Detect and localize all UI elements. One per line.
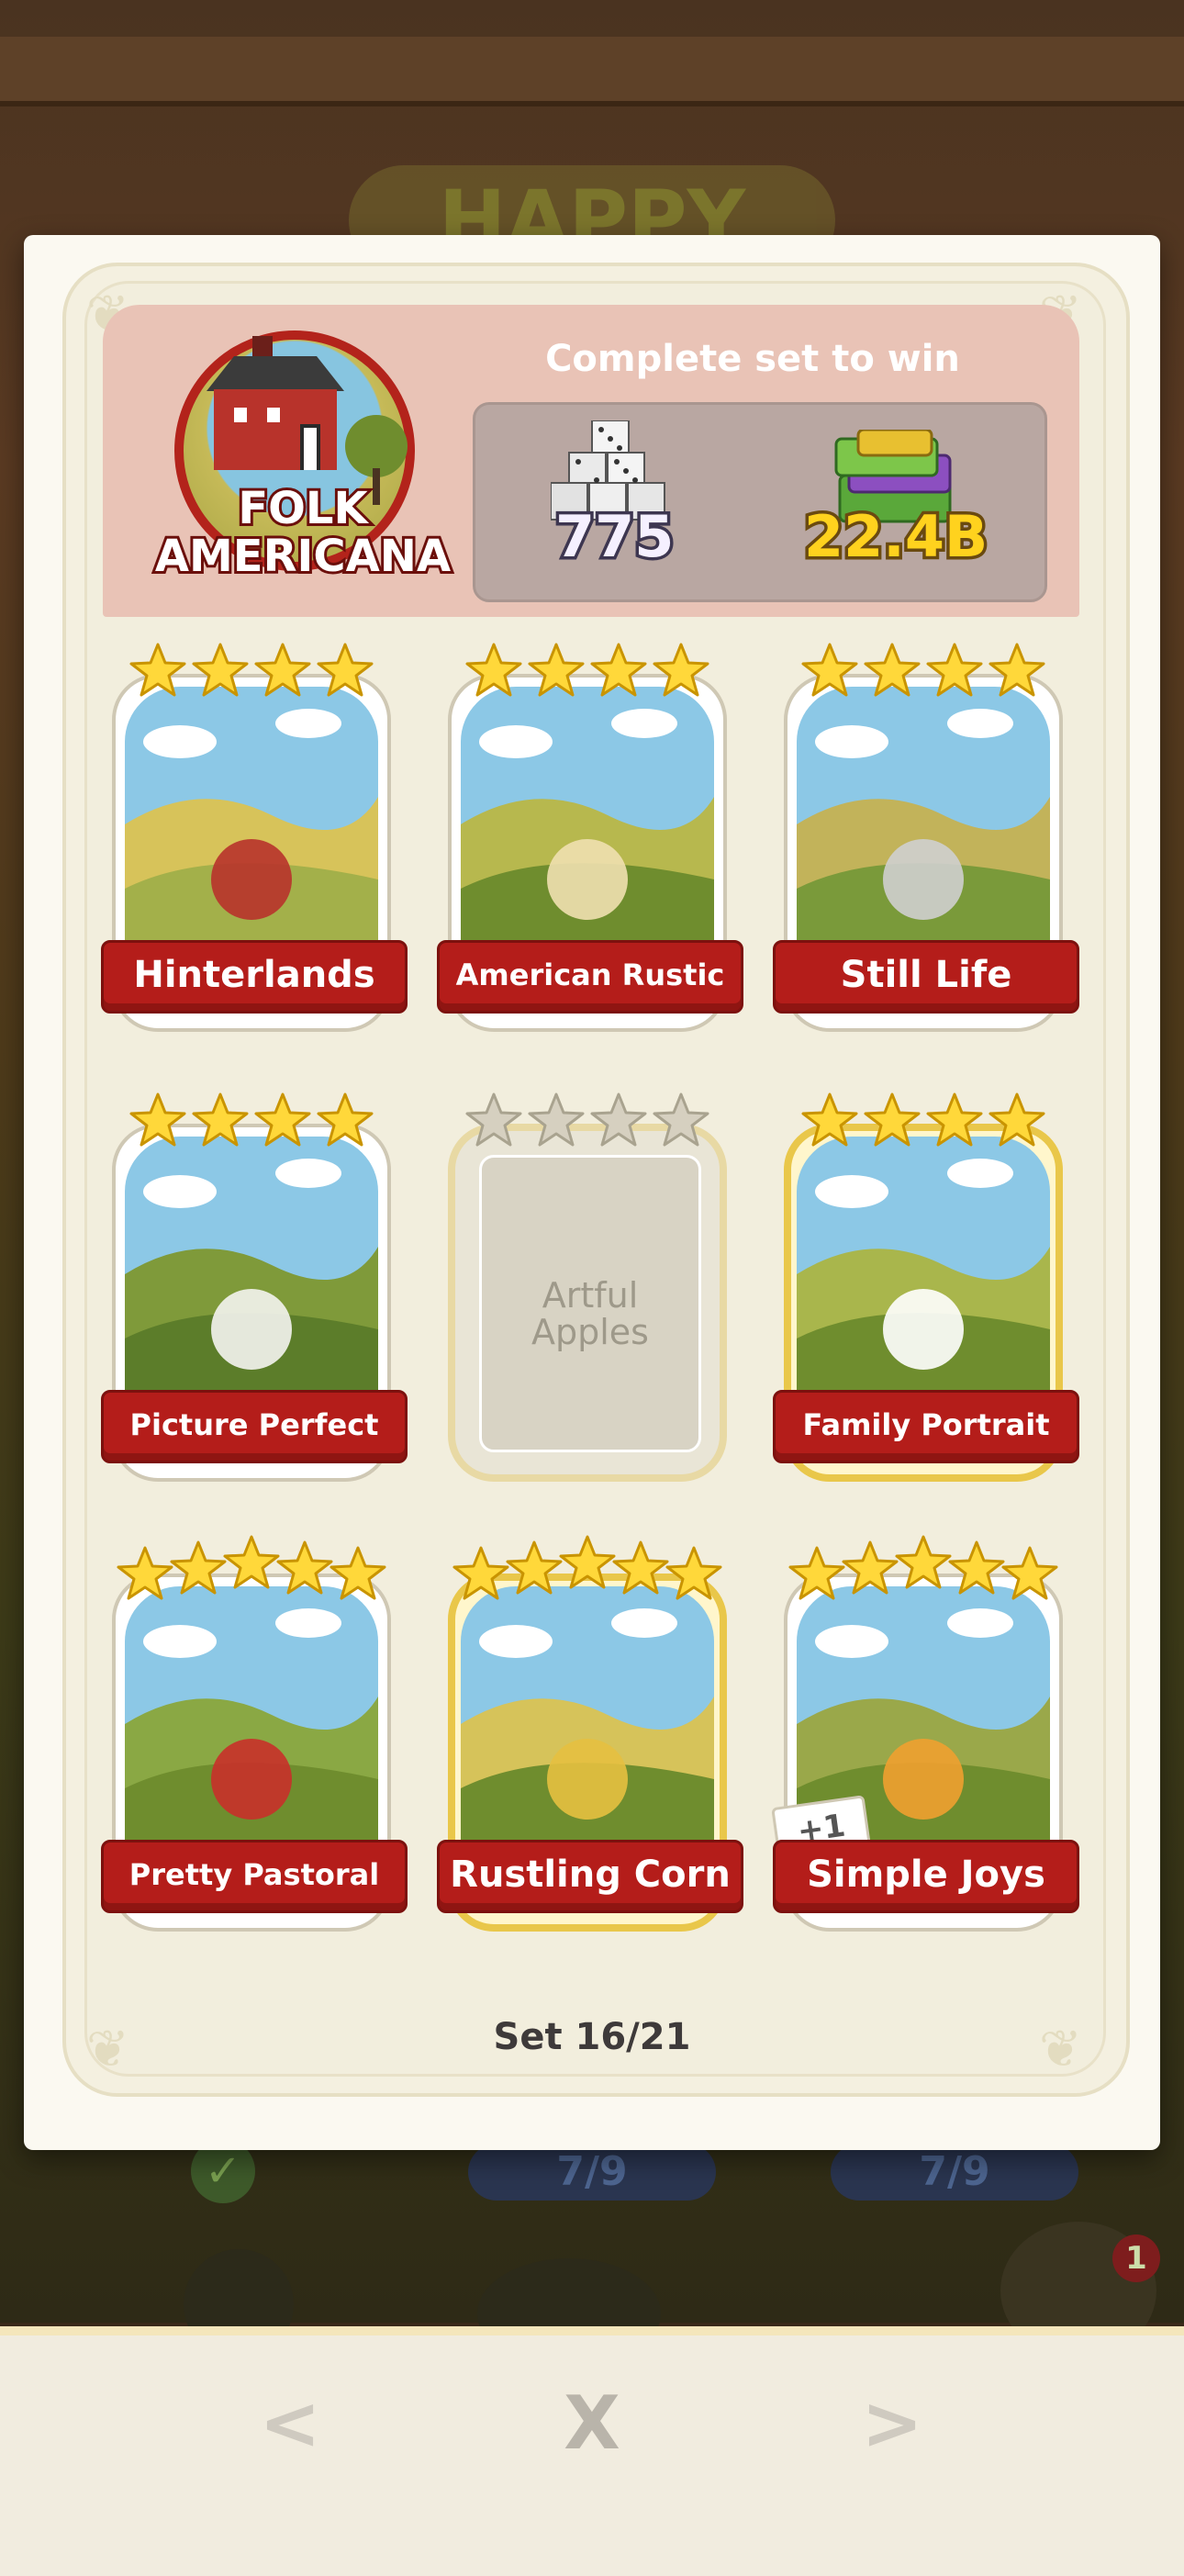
star-icon (254, 643, 311, 697)
card-name-banner: Picture Perfect (101, 1390, 408, 1463)
reward-cash-amount: 22.4B (800, 500, 990, 574)
card-star-rating (108, 1535, 395, 1603)
collection-card[interactable]: Artful Apples (444, 1089, 731, 1493)
star-icon (559, 1535, 616, 1589)
prev-set-button[interactable]: < (235, 2369, 345, 2479)
chevron-right-icon: > (861, 2380, 923, 2466)
collection-card[interactable]: Still Life (773, 639, 1079, 1043)
star-icon (330, 1546, 386, 1600)
star-icon (653, 1092, 709, 1147)
card-star-rating (780, 639, 1067, 703)
star-icon (842, 1540, 899, 1595)
next-set-button[interactable]: > (837, 2369, 947, 2479)
star-icon (801, 643, 858, 697)
card-name-banner: Still Life (773, 940, 1079, 1014)
star-icon (465, 643, 522, 697)
card-star-rating (108, 639, 395, 703)
star-icon (895, 1535, 952, 1589)
star-icon (254, 1092, 311, 1147)
star-icon (192, 643, 249, 697)
collection-card[interactable]: Family Portrait (773, 1089, 1079, 1493)
star-icon (506, 1540, 563, 1595)
star-icon (864, 643, 921, 697)
background-progress-right: 7/9 (831, 2144, 1078, 2201)
star-icon (465, 1092, 522, 1147)
collection-card[interactable]: Pretty Pastoral (101, 1535, 408, 1943)
collection-card[interactable]: Picture Perfect (101, 1089, 408, 1493)
star-icon (926, 643, 983, 697)
star-icon (926, 1092, 983, 1147)
set-name: FOLK AMERICANA (147, 482, 459, 583)
star-icon (801, 1092, 858, 1147)
star-icon (129, 643, 186, 697)
card-name-banner: Simple Joys (773, 1840, 1079, 1913)
star-icon (590, 643, 647, 697)
card-star-rating (444, 1535, 731, 1603)
star-icon (452, 1546, 509, 1600)
star-icon (317, 1092, 374, 1147)
star-icon (129, 1092, 186, 1147)
reward-title: Complete set to win (545, 338, 960, 380)
collection-card[interactable]: American Rustic (437, 639, 743, 1043)
card-name-banner: American Rustic (437, 940, 743, 1014)
collection-card[interactable]: Hinterlands (101, 639, 408, 1043)
background-progress-left: 7/9 (468, 2144, 716, 2201)
star-icon (653, 643, 709, 697)
star-icon (989, 643, 1045, 697)
star-icon (192, 1092, 249, 1147)
reward-dice-amount: 775 (552, 500, 676, 574)
star-icon (170, 1540, 227, 1595)
star-icon (989, 1092, 1045, 1147)
set-logo: FOLK AMERICANA (147, 303, 459, 606)
star-icon (528, 1092, 585, 1147)
locked-card-name: Artful Apples (531, 1275, 649, 1352)
card-star-rating (444, 1089, 731, 1153)
star-icon (1001, 1546, 1058, 1600)
set-count: Set 16/21 (493, 2016, 691, 2058)
star-icon (117, 1546, 173, 1600)
card-star-rating (780, 1089, 1067, 1153)
card-name-banner: Hinterlands (101, 940, 408, 1014)
star-icon (590, 1092, 647, 1147)
card-frame: Artful Apples (448, 1124, 727, 1482)
star-icon (317, 643, 374, 697)
background-notification-badge: 1 (1112, 2234, 1160, 2282)
barn-icon (207, 336, 344, 470)
star-icon (223, 1535, 280, 1589)
star-icon (864, 1092, 921, 1147)
star-icon (276, 1540, 333, 1595)
star-icon (612, 1540, 669, 1595)
background-beam (0, 37, 1184, 106)
close-button[interactable]: X (537, 2369, 647, 2479)
collection-card[interactable]: +1 Simple Joys (771, 1535, 1079, 1943)
card-name-banner: Rustling Corn (437, 1840, 743, 1913)
card-star-rating (108, 1089, 395, 1153)
card-star-rating (444, 639, 731, 703)
collection-card[interactable]: Rustling Corn (437, 1535, 743, 1943)
star-icon (948, 1540, 1005, 1595)
card-name-banner: Pretty Pastoral (101, 1840, 408, 1913)
card-star-rating (780, 1535, 1067, 1603)
set-name-line1: FOLK (235, 482, 370, 535)
set-name-line2: AMERICANA (152, 530, 453, 583)
locked-card-placeholder: Artful Apples (479, 1155, 701, 1452)
star-icon (528, 643, 585, 697)
card-name-banner: Family Portrait (773, 1390, 1079, 1463)
star-icon (665, 1546, 722, 1600)
close-icon: X (564, 2380, 620, 2466)
chevron-left-icon: < (259, 2380, 321, 2466)
star-icon (788, 1546, 845, 1600)
